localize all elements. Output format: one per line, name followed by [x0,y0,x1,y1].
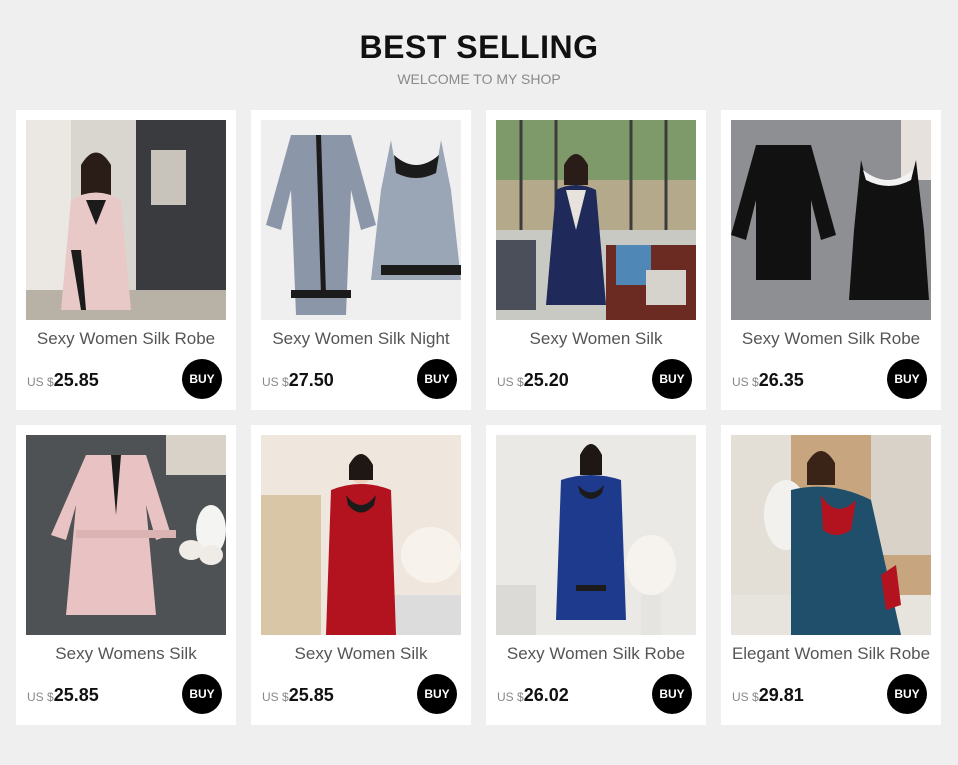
price-amount: 25.85 [53,370,99,390]
price-amount: 29.81 [758,685,804,705]
buy-button[interactable]: BUY [887,674,927,714]
price-amount: 27.50 [288,370,334,390]
buy-button[interactable]: BUY [887,359,927,399]
product-card[interactable]: Sexy Womens Silk US $25.85 BUY [16,425,236,725]
product-price: US $25.85 [27,370,99,392]
product-card[interactable]: Sexy Women Silk Robe US $26.02 BUY [486,425,706,725]
price-amount: 26.35 [758,370,804,390]
currency-label: US $ [262,690,289,704]
product-price: US $26.02 [497,685,569,707]
product-grid: Sexy Women Silk Robe US $25.85 BUY Sexy … [16,110,941,725]
product-price: US $25.20 [497,370,569,392]
blue-robe-model-photo[interactable] [496,435,696,635]
price-amount: 25.20 [523,370,569,390]
product-price: US $25.85 [262,685,334,707]
product-name[interactable]: Sexy Women Silk [486,329,706,349]
currency-label: US $ [262,375,289,389]
product-name[interactable]: Sexy Women Silk Robe [721,329,941,349]
product-card[interactable]: Sexy Women Silk Robe US $25.85 BUY [16,110,236,410]
currency-label: US $ [497,690,524,704]
product-name[interactable]: Elegant Women Silk Robe [721,644,941,664]
currency-label: US $ [27,690,54,704]
page-title: BEST SELLING [359,29,599,65]
buy-button[interactable]: BUY [652,359,692,399]
black-robe-set-photo[interactable] [731,120,931,320]
price-amount: 25.85 [53,685,99,705]
buy-button[interactable]: BUY [182,359,222,399]
currency-label: US $ [732,690,759,704]
red-robe-model-photo[interactable] [261,435,461,635]
price-amount: 25.85 [288,685,334,705]
product-card[interactable]: Sexy Women Silk US $25.20 BUY [486,110,706,410]
product-name[interactable]: Sexy Women Silk Robe [486,644,706,664]
product-price: US $29.81 [732,685,804,707]
page-subtitle: WELCOME TO MY SHOP [397,71,561,87]
buy-button[interactable]: BUY [417,359,457,399]
product-price: US $27.50 [262,370,334,392]
product-price: US $25.85 [27,685,99,707]
pink-robe-flatlay-photo[interactable] [26,435,226,635]
product-name[interactable]: Sexy Women Silk [251,644,471,664]
buy-button[interactable]: BUY [652,674,692,714]
price-amount: 26.02 [523,685,569,705]
page-header: BEST SELLING WELCOME TO MY SHOP [0,28,958,88]
product-card[interactable]: Elegant Women Silk Robe US $29.81 BUY [721,425,941,725]
navy-robe-model-photo[interactable] [496,120,696,320]
grey-robe-set-photo[interactable] [261,120,461,320]
currency-label: US $ [497,375,524,389]
product-card[interactable]: Sexy Women Silk Robe US $26.35 BUY [721,110,941,410]
teal-red-robe-model-photo[interactable] [731,435,931,635]
pink-robe-model-photo[interactable] [26,120,226,320]
product-card[interactable]: Sexy Women Silk Night US $27.50 BUY [251,110,471,410]
currency-label: US $ [27,375,54,389]
product-name[interactable]: Sexy Womens Silk [16,644,236,664]
product-price: US $26.35 [732,370,804,392]
buy-button[interactable]: BUY [182,674,222,714]
buy-button[interactable]: BUY [417,674,457,714]
product-name[interactable]: Sexy Women Silk Robe [16,329,236,349]
product-name[interactable]: Sexy Women Silk Night [251,329,471,349]
currency-label: US $ [732,375,759,389]
product-card[interactable]: Sexy Women Silk US $25.85 BUY [251,425,471,725]
